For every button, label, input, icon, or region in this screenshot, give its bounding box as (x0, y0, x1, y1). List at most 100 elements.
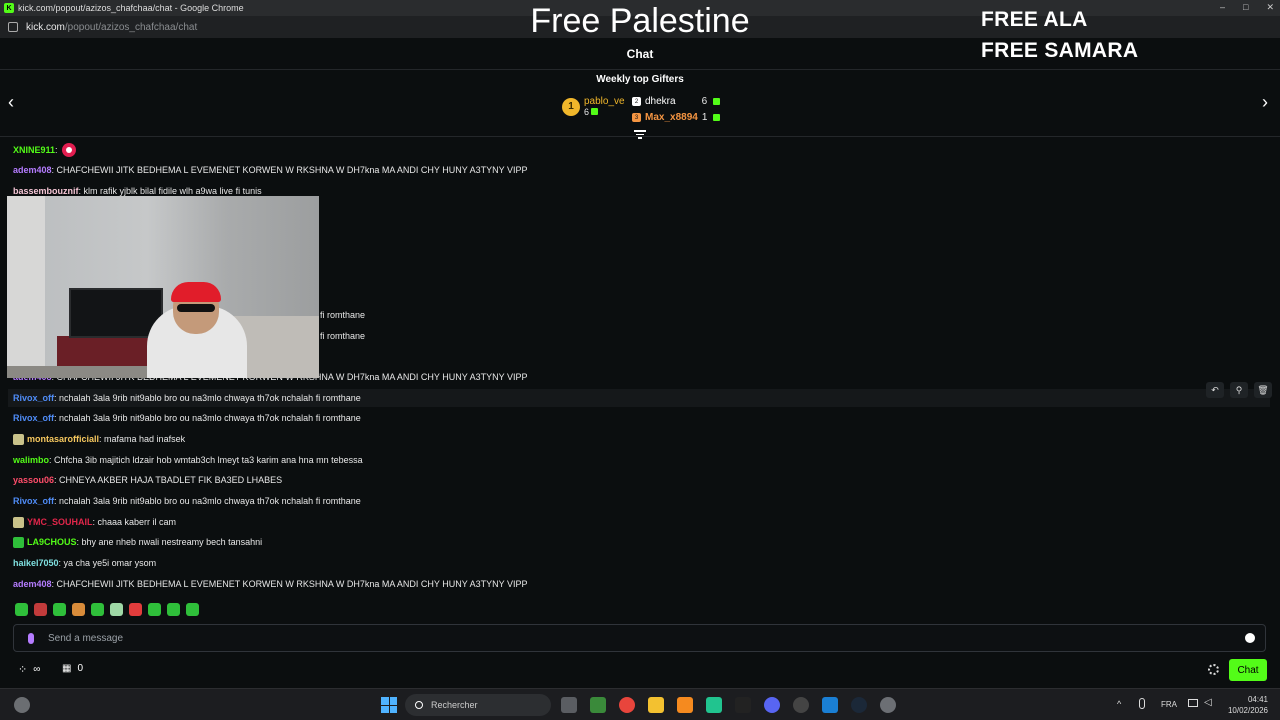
emote-icon[interactable] (91, 603, 104, 616)
settings-gear-icon[interactable] (1208, 664, 1219, 675)
chat-message: adem408: CHAFCHEWII JITK BEDHEMA L EVEME… (13, 161, 527, 179)
clock-time: 04:41 (1247, 695, 1268, 704)
chat-message: walimbo: Chfcha 3ib majitich ldzair hob … (13, 451, 363, 469)
site-info-icon[interactable] (8, 22, 18, 32)
close-icon[interactable]: ✕ (1266, 2, 1274, 13)
emote-icon[interactable] (72, 603, 85, 616)
rank-2-badge: 2 (632, 97, 641, 106)
chat-username[interactable]: LA9CHOUS (27, 533, 77, 551)
chat-text: : CHNEYA AKBER HAJA TBADLET FIK BA3ED LH… (54, 475, 283, 485)
emote-bar (15, 603, 199, 616)
taskbar-search-label: Rechercher (431, 700, 478, 710)
clock-date: 10/02/2026 (1227, 706, 1268, 715)
maximize-icon[interactable]: □ (1243, 2, 1248, 13)
app-icon[interactable] (735, 697, 751, 713)
chat-text: fi romthane (320, 331, 366, 341)
chat-username[interactable]: haikel7050 (13, 554, 59, 572)
gift-icon (713, 114, 721, 121)
chat-footer: ⁘ ∞ ▦ 0 Chat (0, 658, 1280, 682)
file-explorer-icon[interactable] (648, 697, 664, 713)
message-input-box[interactable] (13, 624, 1266, 652)
app-icon[interactable] (822, 697, 838, 713)
overlay-line-1: FREE ALA (981, 8, 1088, 31)
delete-icon[interactable]: 🗑 (1254, 382, 1272, 398)
chevron-left-icon[interactable]: ‹ (8, 92, 14, 113)
chat-text: : bhy ane nheb nwali nestreamy bech tans… (76, 537, 263, 547)
windows-taskbar: Rechercher ^ FRA ◁ 04:41 10/02/2026 (0, 688, 1280, 720)
minimize-icon[interactable]: – (1220, 2, 1225, 13)
heart-emote-icon (61, 143, 76, 157)
chat-username[interactable]: Rivox_off (13, 492, 54, 510)
steam-icon[interactable] (851, 697, 867, 713)
discord-icon[interactable] (764, 697, 780, 713)
chevron-right-icon[interactable]: › (1262, 92, 1268, 113)
chrome-icon[interactable] (619, 697, 635, 713)
taskbar-search[interactable]: Rechercher (405, 694, 551, 716)
emote-icon[interactable] (186, 603, 199, 616)
gifter-2[interactable]: 2 dhekra 6 (632, 96, 721, 107)
chat-username[interactable]: adem408 (13, 575, 52, 593)
chat-message-hovered[interactable]: Rivox_off: nchalah 3ala 9rib nit9ablo br… (8, 389, 1270, 407)
chat-username[interactable]: YMC_SOUHAIL (27, 513, 93, 531)
language-indicator[interactable]: FRA (1161, 700, 1177, 709)
infinite-icon[interactable]: ⁘ ∞ (18, 663, 40, 676)
pin-icon[interactable]: ⚲ (1230, 382, 1248, 398)
volume-icon[interactable]: ◁ (1204, 697, 1212, 708)
chat-text: : nchalah 3ala 9rib nit9ablo bro ou na3m… (54, 413, 361, 423)
app-icon[interactable] (590, 697, 606, 713)
search-icon (415, 701, 423, 709)
chat-username[interactable]: Rivox_off (13, 409, 54, 427)
chat-username[interactable]: montasarofficiall (27, 430, 99, 448)
message-actions: ↶ ⚲ 🗑 (1206, 382, 1272, 398)
emoji-picker-icon[interactable] (1245, 633, 1255, 643)
settings-icon[interactable] (880, 697, 896, 713)
chat-message: montasarofficiall: mafama had inafsek (13, 430, 185, 448)
app-icon[interactable] (793, 697, 809, 713)
mic-icon[interactable] (28, 632, 34, 644)
channel-points[interactable]: ▦ 0 (62, 663, 83, 674)
chat-message: Rivox_off: nchalah 3ala 9rib nit9ablo br… (13, 409, 361, 427)
emote-icon[interactable] (129, 603, 142, 616)
emote-icon[interactable] (34, 603, 47, 616)
window-title: kick.com/popout/azizos_chafchaa/chat - G… (18, 3, 244, 13)
app-root: K kick.com/popout/azizos_chafchaa/chat -… (0, 0, 1280, 720)
app-icon[interactable] (677, 697, 693, 713)
emote-icon[interactable] (148, 603, 161, 616)
window-controls: – □ ✕ (1220, 2, 1274, 13)
chat-username[interactable]: XNINE911 (13, 141, 55, 159)
chat-username[interactable]: adem408 (13, 161, 52, 179)
gifters-title: Weekly top Gifters (596, 74, 684, 85)
system-clock[interactable]: 04:41 10/02/2026 (1222, 694, 1268, 716)
app-icon[interactable] (706, 697, 722, 713)
emote-icon[interactable] (167, 603, 180, 616)
filter-icon[interactable] (634, 130, 646, 140)
emote-icon[interactable] (15, 603, 28, 616)
gifter-3[interactable]: 3 Max_x8894 1 (632, 112, 721, 123)
chat-text: : mafama had inafsek (99, 434, 186, 444)
emote-icon[interactable] (110, 603, 123, 616)
send-message-input[interactable] (48, 632, 1245, 644)
chat-username[interactable]: yassou06 (13, 471, 54, 489)
gifter-3-name: Max_x8894 (645, 112, 698, 123)
gifter-2-count: 6 (701, 96, 708, 107)
chat-username[interactable]: Rivox_off (13, 389, 54, 407)
overlay-free-names: FREE ALA FREE SAMARA (981, 4, 1138, 66)
network-icon[interactable] (1188, 699, 1198, 707)
reply-icon[interactable]: ↶ (1206, 382, 1224, 398)
tray-chevron-icon[interactable]: ^ (1117, 699, 1121, 709)
mic-tray-icon[interactable] (1139, 698, 1145, 709)
rank-3-badge: 3 (632, 113, 641, 122)
user-avatar-badge (13, 516, 24, 528)
chat-send-button[interactable]: Chat (1229, 659, 1267, 681)
chat-username[interactable]: walimbo (13, 451, 49, 469)
gifter-1[interactable]: 1 pablo_ve 6 (562, 96, 625, 117)
emote-icon[interactable] (53, 603, 66, 616)
url-path: /popout/azizos_chafchaa/chat (64, 21, 198, 33)
widgets-icon[interactable] (14, 697, 30, 713)
start-menu-icon[interactable] (381, 697, 397, 713)
chat-text: : nchalah 3ala 9rib nit9ablo bro ou na3m… (54, 393, 361, 403)
chat-text: fi romthane (320, 310, 366, 320)
task-view-icon[interactable] (561, 697, 577, 713)
chat-text: : nchalah 3ala 9rib nit9ablo bro ou na3m… (54, 496, 361, 506)
url-host: kick.com (26, 21, 65, 33)
